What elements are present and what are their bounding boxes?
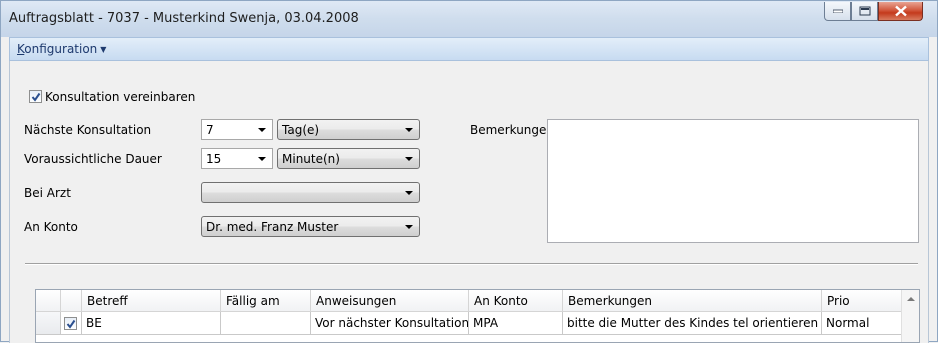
separator: [25, 263, 918, 265]
dauer-value-select[interactable]: 15: [201, 148, 273, 169]
cell-betreff[interactable]: BE: [82, 312, 221, 335]
window-title: Auftragsblatt - 7037 - Musterkind Swenja…: [9, 11, 359, 26]
column-header-konto[interactable]: An Konto: [469, 290, 563, 312]
chevron-down-icon: [258, 157, 266, 161]
column-header-betreff[interactable]: Betreff: [82, 290, 221, 312]
dauer-unit: Minute(n): [282, 152, 340, 166]
konsultation-checkbox[interactable]: [29, 90, 42, 103]
konsultation-checkbox-label: Konsultation vereinbaren: [45, 90, 196, 104]
naechste-konsultation-value: 7: [206, 123, 214, 137]
chevron-down-icon: [405, 225, 413, 229]
chevron-down-icon: [405, 157, 413, 161]
main-panel: Konsultation vereinbaren Nächste Konsult…: [9, 61, 929, 343]
cell-konto[interactable]: MPA: [469, 312, 563, 335]
row-selector[interactable]: [36, 312, 61, 335]
konto-value: Dr. med. Franz Muster: [206, 220, 339, 234]
cell-faellig[interactable]: [221, 312, 311, 335]
chevron-down-icon: [405, 128, 413, 132]
checkmark-icon: [66, 319, 76, 329]
column-header-faellig[interactable]: Fällig am: [221, 290, 311, 312]
naechste-konsultation-label: Nächste Konsultation: [24, 123, 152, 137]
grid-header-rowselector: [36, 290, 61, 312]
row-check-cell[interactable]: [61, 312, 82, 335]
cell-anweisungen[interactable]: Vor nächster Konsultation: [311, 312, 469, 335]
dauer-label: Voraussichtliche Dauer: [24, 152, 162, 166]
cell-prio[interactable]: Normal: [822, 312, 902, 335]
column-header-prio[interactable]: Prio: [822, 290, 902, 312]
naechste-konsultation-value-select[interactable]: 7: [201, 119, 273, 140]
chevron-down-icon: [258, 128, 266, 132]
column-header-anweisungen[interactable]: Anweisungen: [311, 290, 469, 312]
chevron-down-icon: [405, 191, 413, 195]
bemerkungen-label: Bemerkungen: [470, 123, 555, 137]
arzt-select[interactable]: [201, 182, 420, 203]
menu-konfiguration-label: onfiguration: [24, 42, 98, 56]
title-bar[interactable]: Auftragsblatt - 7037 - Musterkind Swenja…: [1, 1, 937, 37]
close-icon: [894, 5, 907, 17]
row-checkbox[interactable]: [64, 317, 77, 330]
task-grid: Betreff Fällig am Anweisungen An Konto B…: [35, 289, 920, 343]
close-button[interactable]: [878, 2, 923, 21]
naechste-konsultation-unit-select[interactable]: Tag(e): [277, 119, 420, 140]
checkmark-icon: [31, 92, 41, 102]
window: Auftragsblatt - 7037 - Musterkind Swenja…: [0, 0, 938, 343]
naechste-konsultation-unit: Tag(e): [282, 123, 320, 137]
dauer-unit-select[interactable]: Minute(n): [277, 148, 420, 169]
konto-label: An Konto: [24, 220, 78, 234]
vertical-scrollbar[interactable]: [901, 290, 919, 342]
grid-header-check: [61, 290, 82, 312]
arzt-label: Bei Arzt: [24, 186, 71, 200]
minimize-button[interactable]: [824, 2, 851, 21]
chevron-down-icon: ▼: [100, 45, 107, 54]
scroll-up-icon[interactable]: [907, 297, 915, 301]
cell-bemerkungen[interactable]: bitte die Mutter des Kindes tel orientie…: [563, 312, 822, 335]
maximize-icon: [859, 6, 870, 16]
maximize-button[interactable]: [851, 2, 878, 21]
bemerkungen-textarea[interactable]: [547, 119, 919, 243]
menu-konfiguration[interactable]: Konfiguration ▼: [17, 42, 106, 56]
window-controls: [824, 2, 923, 22]
table-row[interactable]: BE Vor nächster Konsultation MPA bitte d…: [36, 312, 902, 335]
menu-bar: Konfiguration ▼: [9, 37, 929, 61]
dauer-value: 15: [206, 152, 222, 166]
minimize-icon: [832, 9, 843, 13]
column-header-bemerkungen[interactable]: Bemerkungen: [563, 290, 822, 312]
konto-select[interactable]: Dr. med. Franz Muster: [201, 216, 420, 237]
grid-header: Betreff Fällig am Anweisungen An Konto B…: [36, 290, 919, 312]
